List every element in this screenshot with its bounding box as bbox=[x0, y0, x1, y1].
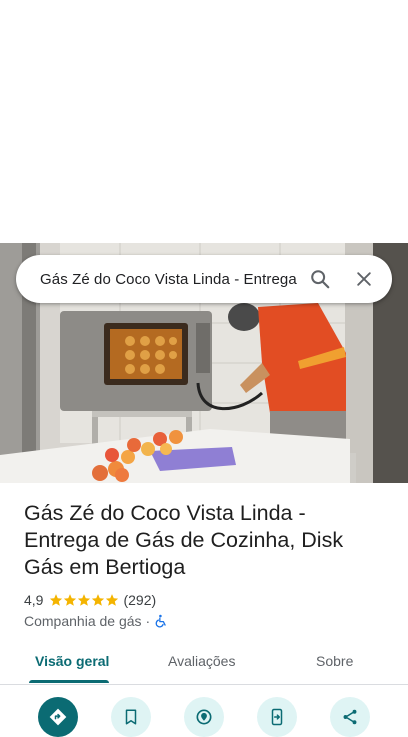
tab-about[interactable]: Sobre bbox=[316, 638, 353, 684]
rating-row[interactable]: 4,9 (292) bbox=[24, 590, 156, 610]
star-icon bbox=[64, 594, 77, 606]
tab-active-indicator bbox=[29, 680, 109, 683]
search-icon bbox=[309, 268, 331, 290]
place-title: Gás Zé do Coco Vista Linda - Entrega de … bbox=[24, 501, 344, 579]
save-button[interactable] bbox=[111, 697, 151, 737]
place-tabs: Visão geral Avaliações Sobre bbox=[0, 638, 408, 685]
rating-value: 4,9 bbox=[24, 592, 44, 608]
search-button[interactable] bbox=[298, 257, 342, 301]
share-button[interactable] bbox=[330, 697, 370, 737]
category-row: Companhia de gás · bbox=[24, 611, 168, 631]
tab-reviews[interactable]: Avaliações bbox=[168, 638, 235, 684]
send-to-phone-button[interactable] bbox=[257, 697, 297, 737]
nearby-icon bbox=[194, 707, 214, 727]
review-count: (292) bbox=[123, 592, 157, 608]
map-area-blank bbox=[0, 0, 408, 243]
star-icon bbox=[78, 594, 91, 606]
directions-icon bbox=[48, 707, 68, 727]
nearby-button[interactable] bbox=[184, 697, 224, 737]
star-icon bbox=[92, 594, 105, 606]
rating-stars bbox=[49, 593, 119, 607]
close-icon bbox=[354, 269, 374, 289]
wheelchair-icon bbox=[154, 614, 168, 628]
search-query[interactable]: Gás Zé do Coco Vista Linda - Entrega de … bbox=[40, 271, 298, 288]
star-icon bbox=[50, 594, 63, 606]
share-icon bbox=[341, 708, 359, 726]
directions-button[interactable] bbox=[38, 697, 78, 737]
tab-overview[interactable]: Visão geral bbox=[35, 638, 109, 684]
action-buttons bbox=[0, 697, 408, 737]
place-category: Companhia de gás bbox=[24, 613, 142, 629]
send-to-phone-icon bbox=[268, 708, 286, 726]
close-button[interactable] bbox=[342, 257, 386, 301]
separator-dot: · bbox=[145, 613, 151, 629]
bookmark-icon bbox=[122, 708, 140, 726]
star-icon bbox=[106, 594, 119, 606]
search-bar[interactable]: Gás Zé do Coco Vista Linda - Entrega de … bbox=[16, 255, 392, 303]
